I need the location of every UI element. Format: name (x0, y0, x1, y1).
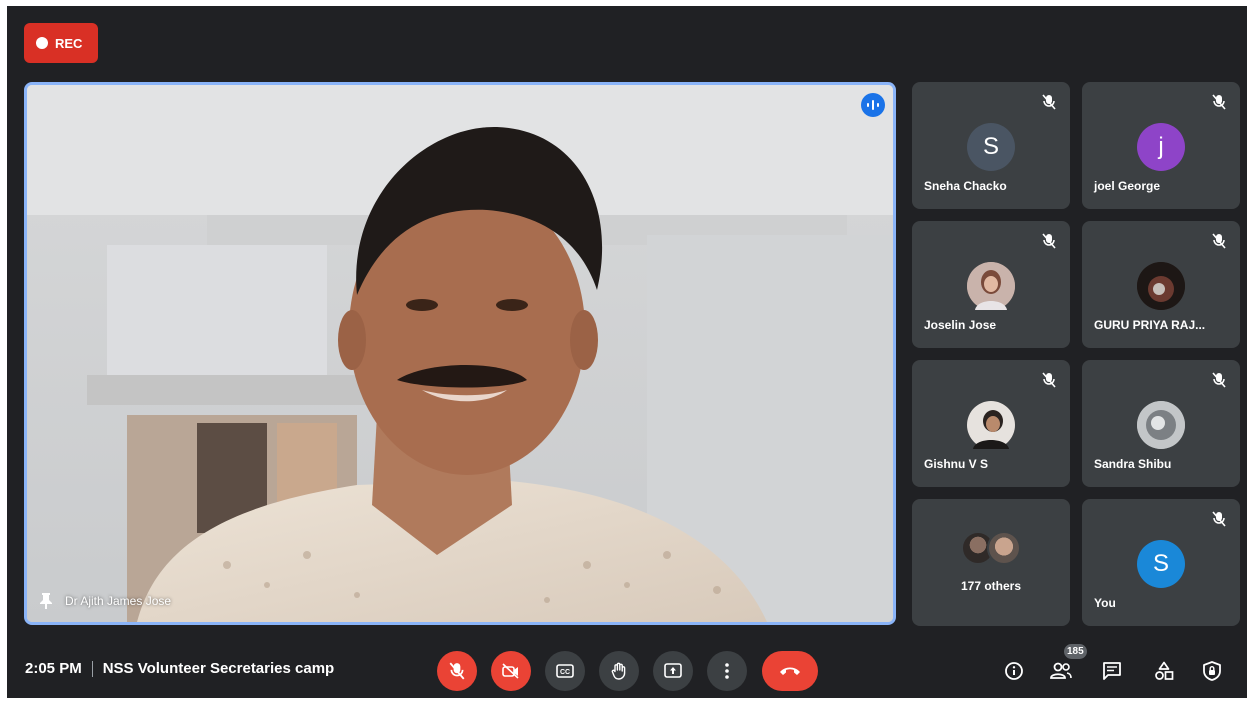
mic-off-icon (1042, 233, 1056, 249)
pin-icon[interactable] (39, 592, 53, 610)
others-avatars (961, 531, 1021, 565)
more-options-icon (725, 663, 729, 679)
meeting-title: NSS Volunteer Secretaries camp (102, 660, 335, 677)
main-speaker-label: Dr Ajith James Jose (39, 592, 171, 610)
mic-toggle-button[interactable] (437, 651, 477, 691)
participant-tile[interactable]: Gishnu V S (912, 360, 1070, 487)
avatar-photo (1137, 262, 1185, 310)
captions-icon: CC (556, 664, 574, 678)
main-speaker-video[interactable]: Dr Ajith James Jose (24, 82, 896, 625)
speaker-video-frame (27, 85, 893, 622)
end-call-icon (780, 667, 800, 675)
participant-name: You (1094, 596, 1116, 610)
participant-tile[interactable]: j joel George (1082, 82, 1240, 209)
camera-toggle-button[interactable] (491, 651, 531, 691)
host-controls-icon (1203, 661, 1221, 681)
participant-name: Sandra Shibu (1094, 457, 1172, 471)
leave-call-button[interactable] (762, 651, 818, 691)
recording-indicator: REC (24, 23, 98, 63)
avatar-photo (987, 531, 1021, 565)
raise-hand-icon (611, 662, 626, 680)
chat-button[interactable] (1100, 659, 1124, 683)
avatar-photo (967, 262, 1015, 310)
participant-count-badge: 185 (1064, 644, 1087, 659)
chat-icon (1103, 662, 1121, 680)
avatar-photo (1137, 401, 1185, 449)
mic-off-icon (1212, 94, 1226, 110)
participant-tile[interactable]: S Sneha Chacko (912, 82, 1070, 209)
mic-off-icon (1212, 511, 1226, 527)
record-dot-icon (36, 37, 48, 49)
svg-text:CC: CC (560, 669, 570, 676)
raise-hand-button[interactable] (599, 651, 639, 691)
people-button[interactable] (1049, 659, 1073, 683)
divider (91, 660, 93, 677)
present-screen-icon (664, 663, 682, 678)
meet-window: REC Dr Ajith James Jose S Sneha Chacko j… (7, 6, 1247, 698)
mic-off-icon (1212, 233, 1226, 249)
bottom-toolbar: 2:05 PM NSS Volunteer Secretaries camp C… (7, 634, 1247, 698)
people-icon (1050, 662, 1072, 679)
avatar-photo (967, 401, 1015, 449)
participant-tile[interactable]: Joselin Jose (912, 221, 1070, 348)
mic-off-icon (449, 662, 465, 680)
self-tile[interactable]: S You (1082, 499, 1240, 626)
main-speaker-name: Dr Ajith James Jose (65, 594, 172, 608)
meeting-time: 2:05 PM (25, 660, 82, 677)
mic-off-icon (1042, 372, 1056, 388)
others-tile[interactable]: 177 others (912, 499, 1070, 626)
participant-name: GURU PRIYA RAJ... (1094, 318, 1206, 332)
more-options-button[interactable] (707, 651, 747, 691)
recording-label: REC (55, 35, 83, 51)
participant-name: Joselin Jose (924, 318, 997, 332)
avatar: S (1137, 540, 1185, 588)
mic-off-icon (1042, 94, 1056, 110)
host-controls-button[interactable] (1200, 659, 1224, 683)
mic-off-icon (1212, 372, 1226, 388)
meeting-info: 2:05 PM NSS Volunteer Secretaries camp (25, 660, 334, 677)
avatar: S (967, 123, 1015, 171)
others-count: 177 others (960, 579, 1022, 593)
avatar: j (1137, 123, 1185, 171)
info-icon (1005, 662, 1023, 680)
activities-icon (1155, 661, 1174, 680)
captions-button[interactable]: CC (545, 651, 585, 691)
participant-name: Gishnu V S (924, 457, 989, 471)
audio-waveform-icon (861, 93, 885, 117)
participant-name: joel George (1094, 179, 1161, 193)
present-button[interactable] (653, 651, 693, 691)
participant-tile[interactable]: Sandra Shibu (1082, 360, 1240, 487)
activities-button[interactable] (1152, 659, 1176, 683)
meeting-details-button[interactable] (1002, 659, 1026, 683)
camera-off-icon (502, 663, 519, 679)
participant-name: Sneha Chacko (924, 179, 1007, 193)
participant-tile[interactable]: GURU PRIYA RAJ... (1082, 221, 1240, 348)
